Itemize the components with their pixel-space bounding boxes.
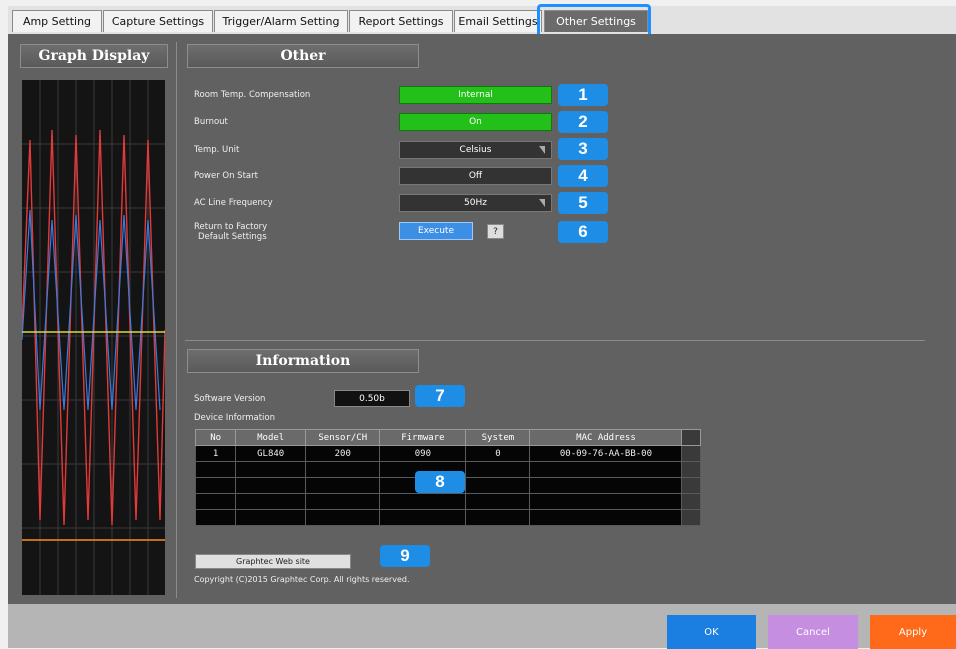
cell-mac: 00-09-76-AA-BB-00: [529, 445, 683, 462]
ac-line-select[interactable]: 50Hz: [399, 194, 552, 212]
execute-button[interactable]: Execute: [399, 222, 473, 240]
panel-divider-vertical: [176, 42, 177, 598]
graphtec-website-button[interactable]: Graphtec Web site: [195, 554, 351, 569]
apply-button[interactable]: Apply: [870, 615, 956, 649]
cell-no: 1: [194, 445, 237, 462]
col-header-model: Model: [235, 429, 307, 446]
ac-line-value: 50Hz: [464, 198, 487, 208]
device-info-label: Device Information: [194, 413, 275, 423]
graph-display-title: Graph Display: [20, 44, 168, 68]
temp-unit-label: Temp. Unit: [194, 145, 240, 155]
callout-badge-8: 8: [415, 471, 465, 493]
factory-reset-label-line2: Default Settings: [198, 232, 267, 242]
scrollbar-down[interactable]: [681, 509, 701, 526]
ac-line-label: AC Line Frequency: [194, 198, 273, 208]
factory-reset-label: Return to Factory Default Settings: [194, 222, 267, 242]
callout-badge-7: 7: [415, 385, 465, 407]
table-header-row: No Model Sensor/CH Firmware System MAC A…: [194, 429, 701, 446]
callout-badge-2: 2: [558, 111, 608, 133]
section-divider: [185, 340, 925, 341]
scrollbar-track[interactable]: [681, 445, 701, 462]
burnout-label: Burnout: [194, 117, 228, 127]
callout-badge-1: 1: [558, 84, 608, 106]
tab-report-settings[interactable]: Report Settings: [349, 10, 453, 32]
ok-button[interactable]: OK: [667, 615, 756, 649]
table-row[interactable]: 1 GL840 200 090 0 00-09-76-AA-BB-00: [194, 445, 701, 462]
table-row[interactable]: [194, 493, 701, 510]
room-temp-label: Room Temp. Compensation: [194, 90, 311, 100]
col-header-system: System: [465, 429, 531, 446]
col-header-sensor: Sensor/CH: [305, 429, 381, 446]
power-on-start-button[interactable]: Off: [399, 167, 552, 185]
cell-model: GL840: [235, 445, 307, 462]
room-temp-button[interactable]: Internal: [399, 86, 552, 104]
col-header-firmware: Firmware: [379, 429, 467, 446]
callout-badge-5: 5: [558, 192, 608, 214]
other-section-title: Other: [187, 44, 419, 68]
callout-badge-6: 6: [558, 221, 608, 243]
table-row[interactable]: [194, 509, 701, 526]
cancel-button[interactable]: Cancel: [768, 615, 858, 649]
graph-display: [22, 80, 165, 595]
chevron-down-icon: [539, 146, 545, 154]
cell-firmware: 090: [379, 445, 467, 462]
callout-badge-9: 9: [380, 545, 430, 567]
help-button[interactable]: ?: [487, 224, 504, 239]
software-version-value: 0.50b: [334, 390, 410, 407]
tab-capture-settings[interactable]: Capture Settings: [103, 10, 213, 32]
power-on-start-label: Power On Start: [194, 171, 258, 181]
callout-badge-4: 4: [558, 165, 608, 187]
cell-system: 0: [465, 445, 531, 462]
temp-unit-select[interactable]: Celsius: [399, 141, 552, 159]
factory-reset-label-line1: Return to Factory: [194, 222, 268, 232]
burnout-button[interactable]: On: [399, 113, 552, 131]
col-header-mac: MAC Address: [529, 429, 683, 446]
temp-unit-value: Celsius: [459, 145, 492, 155]
information-section-title: Information: [187, 349, 419, 373]
col-header-no: No: [194, 429, 237, 446]
tab-trigger-alarm-setting[interactable]: Trigger/Alarm Setting: [214, 10, 348, 32]
scrollbar-up[interactable]: [681, 429, 701, 446]
waveform-graph: [22, 80, 165, 595]
cell-sensor: 200: [305, 445, 381, 462]
tab-amp-setting[interactable]: Amp Setting: [12, 10, 102, 32]
chevron-down-icon: [539, 199, 545, 207]
copyright-text: Copyright (C)2015 Graphtec Corp. All rig…: [194, 575, 410, 584]
tab-email-settings[interactable]: Email Settings: [454, 10, 542, 32]
callout-badge-3: 3: [558, 138, 608, 160]
software-version-label: Software Version: [194, 394, 266, 404]
tab-bar: Amp Setting Capture Settings Trigger/Ala…: [8, 6, 956, 34]
